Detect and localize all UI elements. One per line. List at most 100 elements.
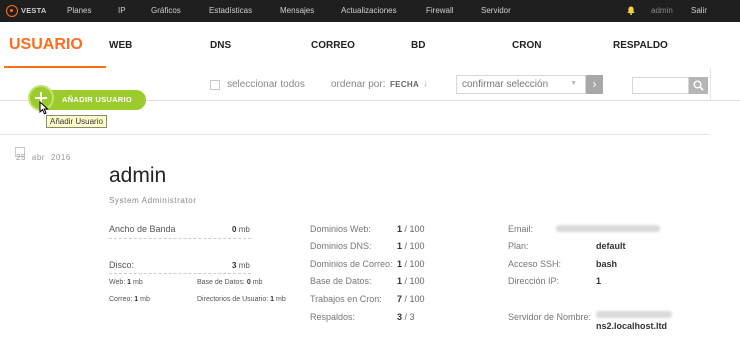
cron-jobs-value: 7 / 100 (397, 294, 425, 304)
mail-domains-used: 1 (397, 259, 403, 269)
tab-cron[interactable]: CRON (512, 40, 541, 51)
nav-ip[interactable]: IP (118, 0, 126, 22)
disk-web-label: Web: (109, 279, 126, 286)
search-input[interactable] (632, 77, 689, 94)
plan-label: Plan: (508, 241, 529, 251)
top-navigation-bar: VESTA Planes IP Gráficos Estadísticas Me… (0, 0, 740, 22)
user-name[interactable]: admin (109, 164, 166, 188)
tab-correo[interactable]: CORREO (311, 40, 355, 51)
select-all-checkbox[interactable] (210, 80, 220, 90)
row-date-year: 2016 (50, 153, 71, 162)
backups-used: 3 (397, 312, 403, 322)
backups-limit: / 3 (404, 312, 415, 322)
disk-mail-unit: mb (140, 296, 150, 303)
backups-label: Respaldos: (310, 312, 356, 322)
confirm-selection-dropdown[interactable]: confirmar selección ▼ (456, 75, 586, 94)
plan-value[interactable]: default (596, 241, 626, 251)
disk-web: Web: 1 mb (109, 279, 143, 286)
row-date: 25 abr 2016 (16, 153, 77, 162)
disk-web-unit: mb (133, 279, 143, 286)
dns-domains-used: 1 (397, 241, 403, 251)
databases-label: Base de Datos: (310, 276, 372, 286)
bandwidth-label: Ancho de Banda (109, 224, 176, 234)
tab-respaldo[interactable]: RESPALDO (613, 40, 668, 51)
nav-estadisticas[interactable]: Estadísticas (209, 0, 252, 22)
backups-value: 3 / 3 (397, 312, 415, 322)
nav-planes[interactable]: Planes (67, 0, 91, 22)
nameserver-value: ns2.localhost.ltd (596, 321, 668, 331)
disk-dirs-value: 1 (270, 296, 275, 303)
add-user-tooltip: Añadir Usuario (46, 115, 107, 128)
search-button[interactable] (689, 77, 708, 94)
dns-domains-limit: / 100 (404, 241, 425, 251)
disk-db-value: 0 (246, 279, 251, 286)
vesta-logo-icon (6, 5, 18, 17)
row-date-day: 25 (16, 153, 26, 162)
list-divider (0, 134, 710, 135)
nav-firewall[interactable]: Firewall (426, 0, 454, 22)
disk-mail-label: Correo: (109, 296, 133, 303)
logout-link[interactable]: Salir (691, 0, 707, 22)
dns-domains-label: Dominios DNS: (310, 241, 372, 251)
search-icon (693, 80, 704, 91)
vesta-logo-text: VESTA (21, 6, 47, 15)
toolbar-divider (710, 68, 711, 101)
disk-label: Disco: (109, 260, 135, 270)
web-domains-value: 1 / 100 (397, 224, 425, 234)
bandwidth-value: 0 mb (232, 225, 250, 234)
tab-web[interactable]: WEB (109, 40, 132, 51)
disk-db: Base de Datos: 0 mb (197, 279, 262, 286)
row-date-month: abr (31, 153, 45, 162)
ssh-access-value: bash (596, 259, 618, 269)
disk-db-label: Base de Datos: (197, 279, 245, 286)
bandwidth-unit: mb (238, 225, 250, 234)
web-domains-label: Dominios Web: (310, 224, 371, 234)
databases-value: 1 / 100 (397, 276, 425, 286)
disk-mail-value: 1 (134, 296, 139, 303)
mail-domains-value: 1 / 100 (397, 259, 425, 269)
ip-address-value: 1 (596, 276, 602, 286)
nav-graficos[interactable]: Gráficos (151, 0, 181, 22)
ip-address-label: Dirección IP: (508, 276, 560, 286)
nav-servidor[interactable]: Servidor (481, 0, 511, 22)
email-value-redacted (556, 225, 660, 232)
sort-by-label: ordenar por: (331, 79, 386, 90)
web-domains-limit: / 100 (404, 224, 425, 234)
disk-db-unit: mb (252, 279, 263, 286)
confirm-selection-button[interactable]: › (586, 75, 603, 94)
tab-usuario[interactable]: USUARIO (9, 36, 83, 54)
email-label: Email: (508, 224, 534, 234)
web-domains-used: 1 (397, 224, 403, 234)
disk-dirs-label: Directorios de Usuario: (197, 296, 269, 303)
sort-by-value[interactable]: FECHA (390, 80, 419, 89)
disk-value: 3 mb (232, 261, 250, 270)
cron-jobs-limit: / 100 (404, 294, 425, 304)
mail-domains-label: Dominios de Correo: (310, 259, 393, 269)
confirm-selection-value: confirmar selección (462, 79, 549, 90)
disk-web-value: 1 (127, 279, 132, 286)
disk-bar (109, 273, 251, 274)
add-user-label: AÑADIR USUARIO (62, 95, 133, 104)
nav-actualizaciones[interactable]: Actualizaciones (341, 0, 397, 22)
tab-dns[interactable]: DNS (210, 40, 231, 51)
select-all-label[interactable]: seleccionar todos (227, 79, 305, 90)
user-role: System Administrator (109, 196, 197, 205)
active-tab-underline (4, 66, 106, 68)
nav-mensajes[interactable]: Mensajes (280, 0, 314, 22)
nameserver-label: Servidor de Nombre: (508, 312, 592, 322)
cron-jobs-used: 7 (397, 294, 403, 304)
databases-used: 1 (397, 276, 403, 286)
databases-limit: / 100 (404, 276, 425, 286)
cron-jobs-label: Trabajos en Cron: (310, 294, 382, 304)
nameserver1-redacted (596, 311, 672, 318)
ssh-access-label: Acceso SSH: (508, 259, 562, 269)
disk-dirs-unit: mb (276, 296, 286, 303)
dns-domains-value: 1 / 100 (397, 241, 425, 251)
bandwidth-amount: 0 (232, 225, 237, 234)
current-user-link[interactable]: admin (651, 0, 673, 22)
chevron-down-icon: ▼ (570, 80, 577, 87)
tab-bd[interactable]: BD (411, 40, 425, 51)
section-tabs: USUARIO WEB DNS CORREO BD CRON RESPALDO (0, 22, 740, 68)
sort-direction-arrow-icon[interactable]: ↓ (423, 78, 428, 89)
bell-icon[interactable] (627, 6, 635, 15)
